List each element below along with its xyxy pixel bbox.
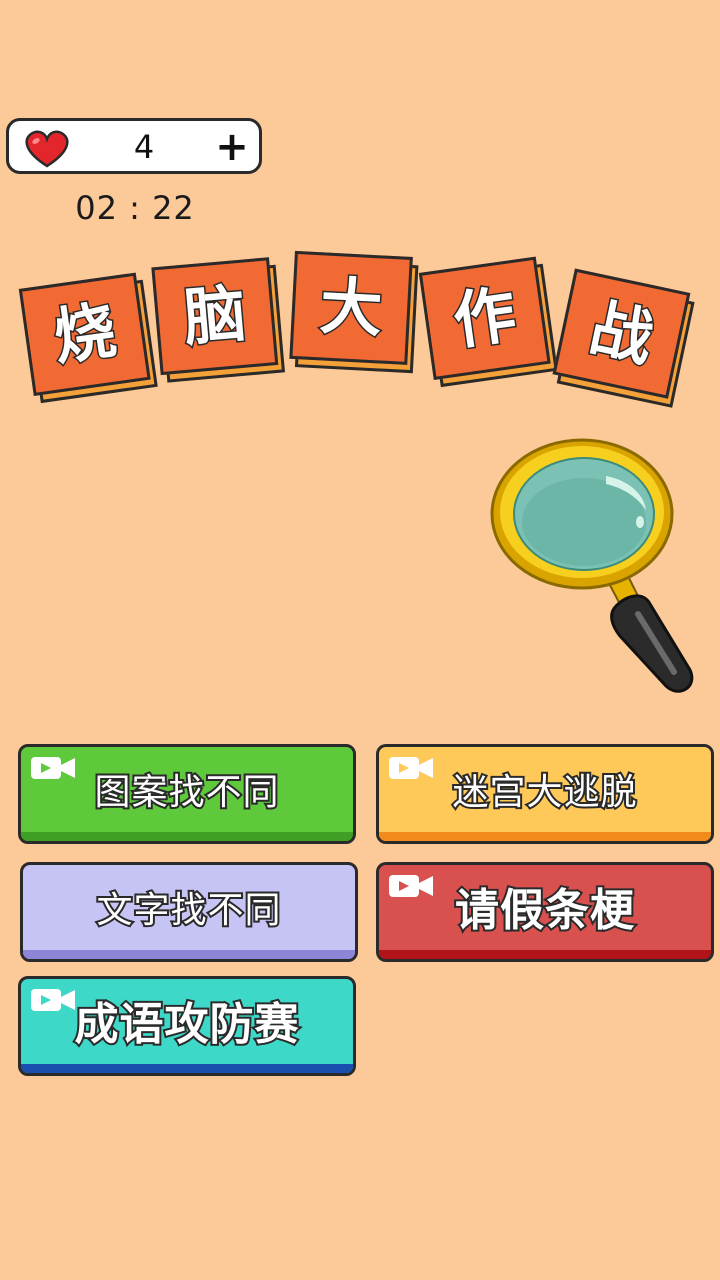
title-char: 脑 <box>179 275 250 356</box>
game-title: 烧 脑 大 作 战 <box>0 0 720 420</box>
title-tile-1: 烧 <box>18 272 158 404</box>
title-tile-5: 战 <box>552 268 695 408</box>
game-button-label: 成语攻防赛 <box>73 997 301 1052</box>
game-button-label: 请假条梗 <box>453 883 636 938</box>
game-button-picture-difference[interactable]: 图案找不同 <box>18 744 356 844</box>
game-button-label: 文字找不同 <box>94 888 282 933</box>
title-char: 作 <box>447 276 522 360</box>
title-char: 烧 <box>47 292 122 376</box>
game-button-maze-escape[interactable]: 迷宫大逃脱 <box>376 744 714 844</box>
title-char: 大 <box>317 268 386 347</box>
game-button-text-difference[interactable]: 文字找不同 <box>20 862 358 962</box>
game-button-label: 迷宫大逃脱 <box>450 770 638 815</box>
title-tile-2: 脑 <box>151 257 285 383</box>
game-button-idiom-battle[interactable]: 成语攻防赛 <box>18 976 356 1076</box>
magnifying-glass-icon <box>490 438 694 693</box>
game-button-leave-note[interactable]: 请假条梗 <box>376 862 714 962</box>
title-tile-3: 大 <box>289 250 419 374</box>
title-tile-4: 作 <box>418 256 558 388</box>
game-button-label: 图案找不同 <box>92 770 280 815</box>
